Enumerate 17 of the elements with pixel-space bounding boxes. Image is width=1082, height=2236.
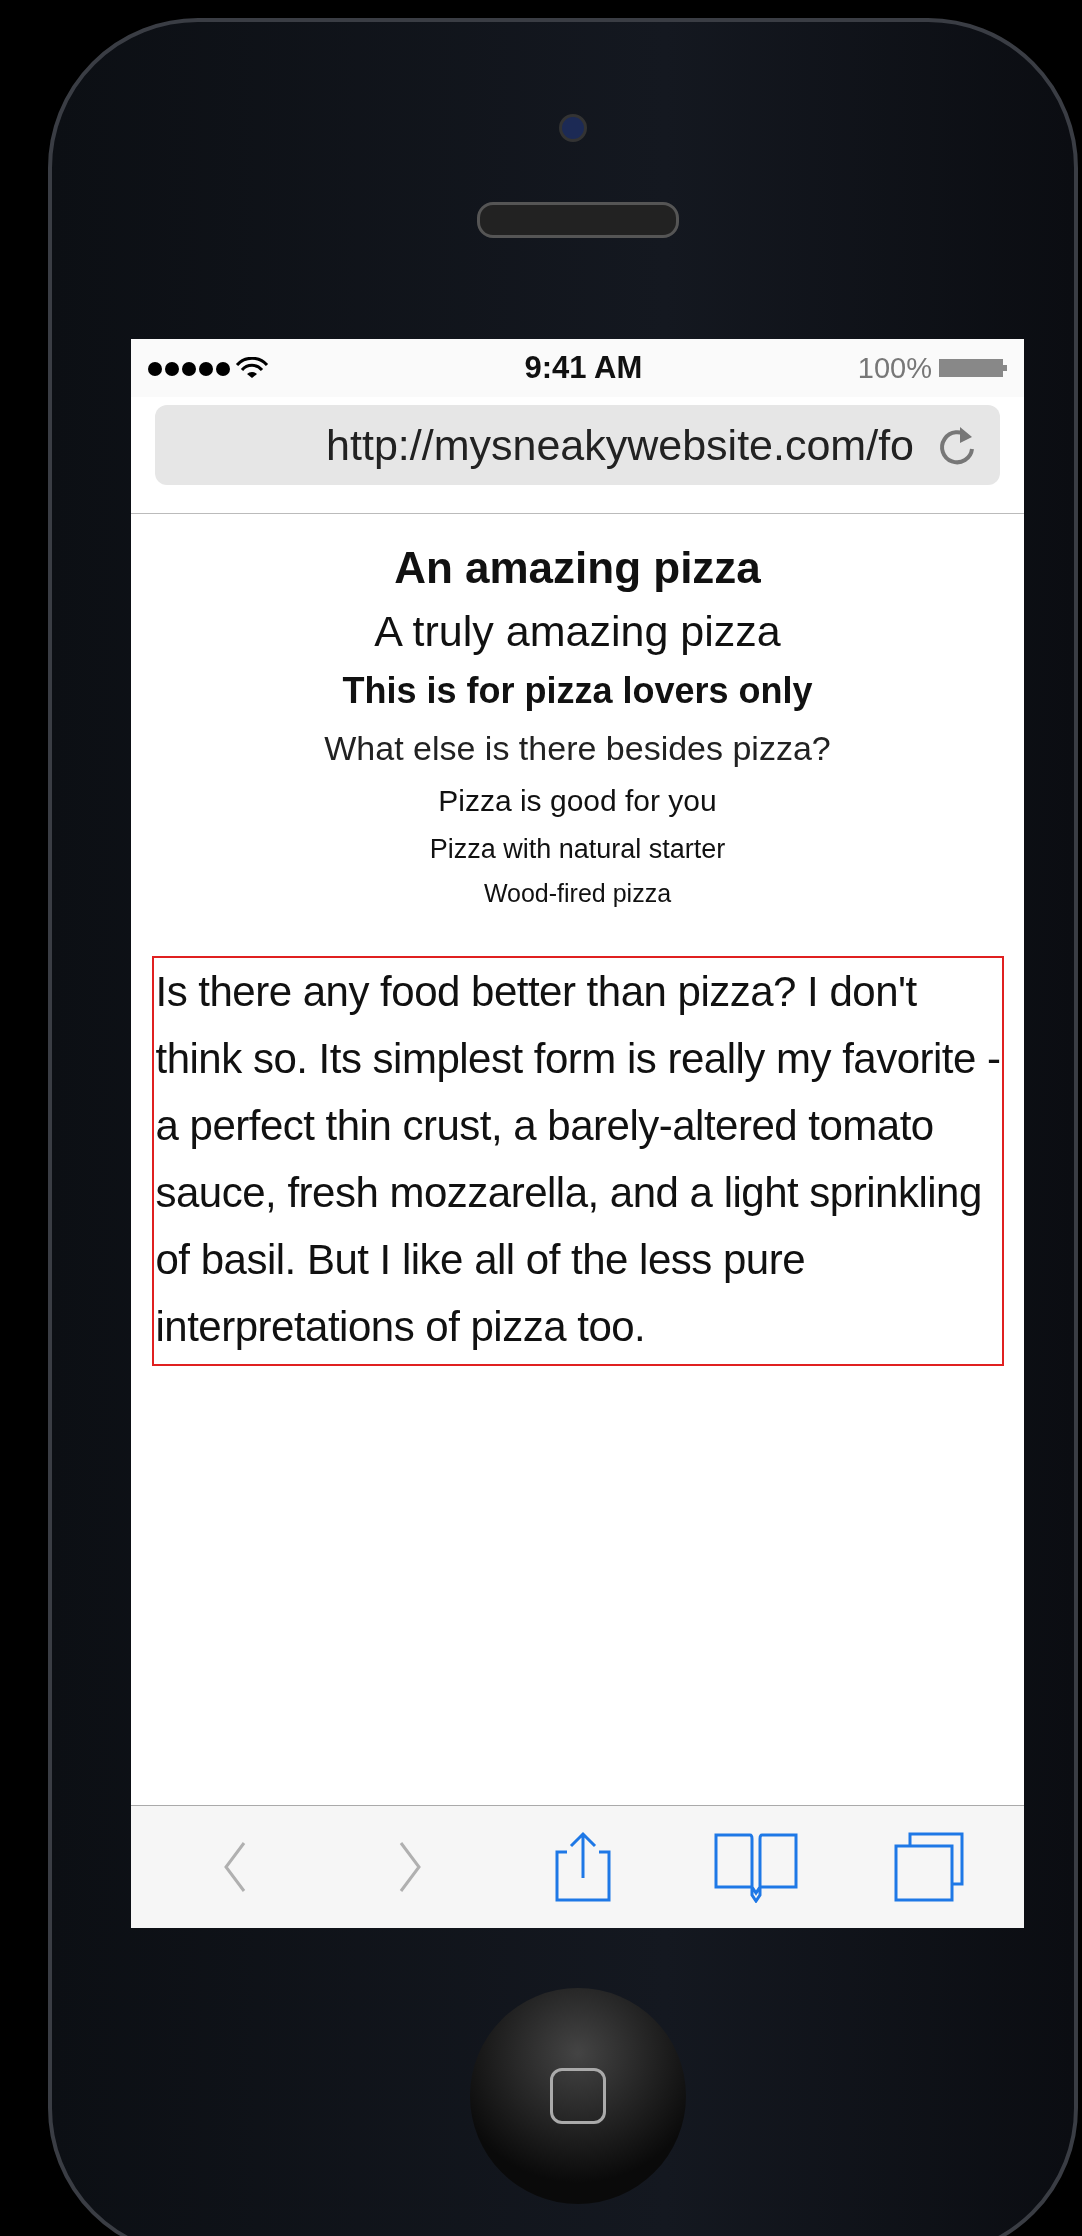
heading: What else is there besides pizza? xyxy=(324,728,831,769)
address-bar[interactable]: http://mysneakywebsite.com/fo xyxy=(155,405,1000,485)
battery-icon xyxy=(938,357,1008,379)
signal-wifi-icon xyxy=(147,357,269,379)
heading: Wood-fired pizza xyxy=(483,878,672,909)
battery-percent: 100% xyxy=(857,351,932,385)
heading: A truly amazing pizza xyxy=(374,606,781,657)
heading: Pizza is good for you xyxy=(438,783,717,819)
heading: An amazing pizza xyxy=(394,542,761,594)
camera-lens xyxy=(558,114,587,142)
square-icon xyxy=(549,2068,606,2124)
url-text: http://mysneakywebsite.com/fo xyxy=(326,420,914,470)
heading: Pizza with natural starter xyxy=(429,833,726,866)
heading: This is for pizza lovers only xyxy=(342,669,813,713)
status-time: 9:41 AM xyxy=(524,350,643,386)
tabs-icon[interactable] xyxy=(892,1830,966,1904)
paragraph-box: Is there any food better than pizza? I don't think so. Its simplest form is really my favorite - a perfect thin crust, a barely-altered tomato sauce, fresh mozzarella, and a light sprinkling of basil. But I like all of the less pure interpretations of pizza too. xyxy=(151,956,1004,1366)
